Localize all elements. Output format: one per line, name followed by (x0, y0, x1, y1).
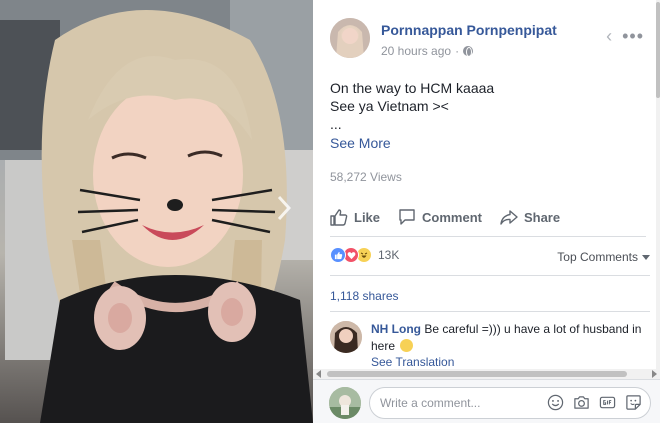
reaction-count: 13K (378, 248, 400, 262)
post-photo[interactable] (0, 0, 313, 423)
comment-composer (313, 379, 660, 423)
heart-icon (347, 251, 355, 259)
comment-input-box[interactable] (369, 387, 651, 419)
top-comments-dropdown[interactable]: Top Comments (557, 250, 650, 264)
vertical-scrollbar-thumb[interactable] (656, 2, 660, 98)
like-label: Like (354, 209, 381, 225)
thumbs-up-mini-icon (334, 251, 342, 259)
vertical-scrollbar[interactable] (656, 0, 660, 385)
photo-illustration (0, 0, 313, 423)
speech-bubble-icon (399, 209, 415, 225)
sticker-icon[interactable] (625, 394, 642, 411)
author-avatar[interactable] (330, 18, 370, 58)
post-timestamp[interactable]: 20 hours ago (381, 44, 451, 58)
see-more-link[interactable]: See More (330, 135, 391, 151)
commenter-avatar-image (330, 321, 362, 353)
share-label: Share (523, 209, 561, 225)
horizontal-scrollbar-thumb[interactable] (327, 371, 627, 377)
emoji-sticker-icon (400, 339, 414, 352)
laughing-face-icon (360, 252, 368, 258)
post-text-line: ... (330, 116, 342, 132)
comment-label: Comment (422, 209, 482, 225)
chevron-right-icon (277, 195, 291, 221)
comment-input[interactable] (380, 394, 530, 412)
top-comments-label: Top Comments (557, 250, 638, 264)
caret-down-icon (642, 254, 650, 260)
post-text-line: See ya Vietnam >< (330, 98, 449, 114)
post-actions: Like Comment Share (330, 203, 646, 231)
commenter-avatar[interactable] (330, 321, 362, 353)
author-name[interactable]: Pornnappan Pornpenpipat (381, 22, 557, 38)
like-reaction-icon (330, 247, 346, 263)
divider (330, 311, 650, 312)
comment-button[interactable]: Comment (398, 208, 482, 226)
reactions-summary[interactable]: 13K (330, 247, 399, 263)
post-meta: 20 hours ago · (381, 44, 474, 58)
thumbs-up-icon (330, 209, 348, 226)
avatar-image (330, 18, 370, 58)
scroll-right-arrow-icon[interactable] (652, 370, 657, 378)
like-button[interactable]: Like (330, 208, 380, 226)
current-user-avatar[interactable] (329, 387, 361, 419)
composer-tools (547, 394, 642, 411)
header-controls: ‹ ••• (606, 27, 644, 45)
meta-separator: · (455, 44, 460, 58)
post-text: On the way to HCM kaaaa See ya Vietnam >… (330, 79, 640, 133)
divider (330, 275, 650, 276)
commenter-name[interactable]: NH Long (371, 322, 421, 336)
next-photo-button[interactable] (277, 195, 303, 225)
view-count: 58,272 Views (330, 170, 402, 184)
post-details-panel: Pornnappan Pornpenpipat 20 hours ago · ‹… (313, 0, 660, 423)
share-arrow-icon (500, 210, 518, 225)
camera-icon[interactable] (573, 394, 590, 411)
share-button[interactable]: Share (500, 208, 560, 226)
shares-count-link[interactable]: 1,118 shares (330, 289, 399, 303)
chevron-left-icon[interactable]: ‹ (606, 27, 612, 45)
horizontal-scrollbar[interactable] (313, 369, 660, 379)
scroll-left-arrow-icon[interactable] (316, 370, 321, 378)
emoji-icon[interactable] (547, 394, 564, 411)
gif-icon[interactable] (599, 394, 616, 411)
comment-item: NH Long Be careful =))) u have a lot of … (330, 319, 650, 369)
more-dots-icon[interactable]: ••• (622, 27, 644, 45)
globe-icon[interactable] (463, 46, 474, 57)
see-translation-link[interactable]: See Translation (371, 355, 454, 369)
current-user-avatar-image (329, 387, 361, 419)
divider (330, 236, 646, 237)
post-header: Pornnappan Pornpenpipat 20 hours ago · ‹… (330, 18, 650, 66)
comment-body: NH Long Be careful =))) u have a lot of … (371, 321, 646, 355)
post-text-line: On the way to HCM kaaaa (330, 80, 495, 96)
